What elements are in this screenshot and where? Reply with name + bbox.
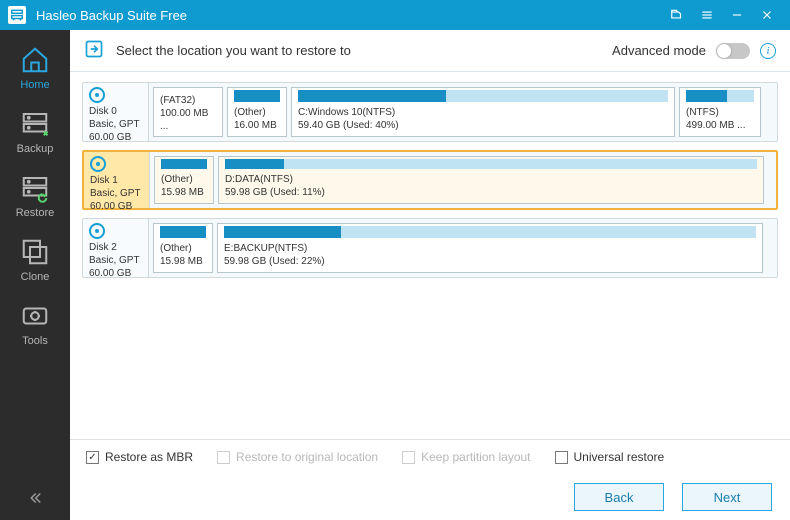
disk-header[interactable]: Disk 1Basic, GPT60.00 GB [84,152,150,208]
checkbox-icon [217,451,230,464]
disk-type: Basic, GPT [89,254,142,267]
partition-label: (FAT32) [160,94,216,107]
disk-size: 60.00 GB [89,267,142,280]
usage-bar [161,159,207,169]
open-icon[interactable] [662,0,692,30]
titlebar: Hasleo Backup Suite Free [0,0,790,30]
partition-size: 499.00 MB ... [686,119,754,132]
footer: Back Next [70,474,790,520]
nav-clone[interactable]: Clone [0,228,70,292]
nav-label: Restore [16,207,55,219]
disk-name: Disk 1 [90,174,143,187]
app-icon [8,6,26,24]
header-bar: Select the location you want to restore … [70,30,790,72]
disk-type: Basic, GPT [90,187,143,200]
usage-bar [160,226,206,238]
checkbox-icon: ✓ [86,451,99,464]
partition-container: (Other)15.98 MBD:DATA(NTFS)59.98 GB (Use… [150,152,776,208]
nav-tools[interactable]: Tools [0,292,70,356]
disk-name: Disk 2 [89,241,142,254]
next-button[interactable]: Next [682,483,772,511]
option-restore-mbr[interactable]: ✓ Restore as MBR [86,450,193,464]
restore-options: ✓ Restore as MBR Restore to original loc… [70,439,790,474]
header-prompt: Select the location you want to restore … [116,43,351,58]
nav-label: Clone [21,271,50,283]
checkbox-icon [555,451,568,464]
usage-bar [225,159,757,169]
disk-header[interactable]: Disk 0Basic, GPT60.00 GB [83,83,149,141]
usage-bar [234,90,280,102]
checkbox-icon [402,451,415,464]
disk-row[interactable]: Disk 0Basic, GPT60.00 GB(FAT32)100.00 MB… [82,82,778,142]
minimize-button[interactable] [722,0,752,30]
advanced-mode-label: Advanced mode [612,43,706,58]
menu-icon[interactable] [692,0,722,30]
partition[interactable]: (FAT32)100.00 MB ... [153,87,223,137]
partition-size: 16.00 MB [234,119,280,132]
partition-size: 59.40 GB (Used: 40%) [298,119,668,132]
partition[interactable]: C:Windows 10(NTFS)59.40 GB (Used: 40%) [291,87,675,137]
partition[interactable]: E:BACKUP(NTFS)59.98 GB (Used: 22%) [217,223,763,273]
close-button[interactable] [752,0,782,30]
partition-label: (Other) [161,173,207,186]
partition-size: 15.98 MB [161,186,207,199]
partition[interactable]: D:DATA(NTFS)59.98 GB (Used: 11%) [218,156,764,204]
partition-label: E:BACKUP(NTFS) [224,242,756,255]
disk-name: Disk 0 [89,105,142,118]
nav-label: Backup [17,143,54,155]
option-universal-restore[interactable]: Universal restore [555,450,665,464]
disk-row[interactable]: Disk 2Basic, GPT60.00 GB(Other)15.98 MBE… [82,218,778,278]
partition[interactable]: (NTFS)499.00 MB ... [679,87,761,137]
usage-bar [224,226,756,238]
partition-size: 15.98 MB [160,255,206,268]
restore-location-icon [84,39,104,62]
partition-size: 59.98 GB (Used: 11%) [225,186,757,199]
disk-type: Basic, GPT [89,118,142,131]
disk-icon [89,223,105,239]
nav-home[interactable]: Home [0,36,70,100]
nav-backup[interactable]: Backup [0,100,70,164]
partition-container: (FAT32)100.00 MB ...(Other)16.00 MBC:Win… [149,83,777,141]
app-title: Hasleo Backup Suite Free [36,8,662,23]
nav-label: Tools [22,335,48,347]
partition-label: (Other) [234,106,280,119]
back-button[interactable]: Back [574,483,664,511]
partition[interactable]: (Other)15.98 MB [154,156,214,204]
partition-label: (NTFS) [686,106,754,119]
disk-row[interactable]: Disk 1Basic, GPT60.00 GB(Other)15.98 MBD… [82,150,778,210]
nav-restore[interactable]: Restore [0,164,70,228]
disk-header[interactable]: Disk 2Basic, GPT60.00 GB [83,219,149,277]
advanced-mode-toggle[interactable] [716,43,750,59]
partition-label: C:Windows 10(NTFS) [298,106,668,119]
usage-bar [686,90,754,102]
info-icon[interactable]: i [760,43,776,59]
partition-container: (Other)15.98 MBE:BACKUP(NTFS)59.98 GB (U… [149,219,777,277]
disk-size: 60.00 GB [90,200,143,213]
disk-icon [89,87,105,103]
disk-icon [90,156,106,172]
disk-size: 60.00 GB [89,131,142,144]
option-keep-layout: Keep partition layout [402,450,530,464]
collapse-sidebar-icon[interactable] [26,489,44,512]
main-panel: Select the location you want to restore … [70,30,790,520]
sidebar: Home Backup Restore Clone Tools [0,30,70,520]
partition-size: 59.98 GB (Used: 22%) [224,255,756,268]
disk-list: Disk 0Basic, GPT60.00 GB(FAT32)100.00 MB… [70,72,790,439]
option-original-location: Restore to original location [217,450,378,464]
partition[interactable]: (Other)15.98 MB [153,223,213,273]
partition-label: D:DATA(NTFS) [225,173,757,186]
usage-bar [298,90,668,102]
partition[interactable]: (Other)16.00 MB [227,87,287,137]
nav-label: Home [20,79,49,91]
partition-label: (Other) [160,242,206,255]
partition-size: 100.00 MB ... [160,107,216,133]
